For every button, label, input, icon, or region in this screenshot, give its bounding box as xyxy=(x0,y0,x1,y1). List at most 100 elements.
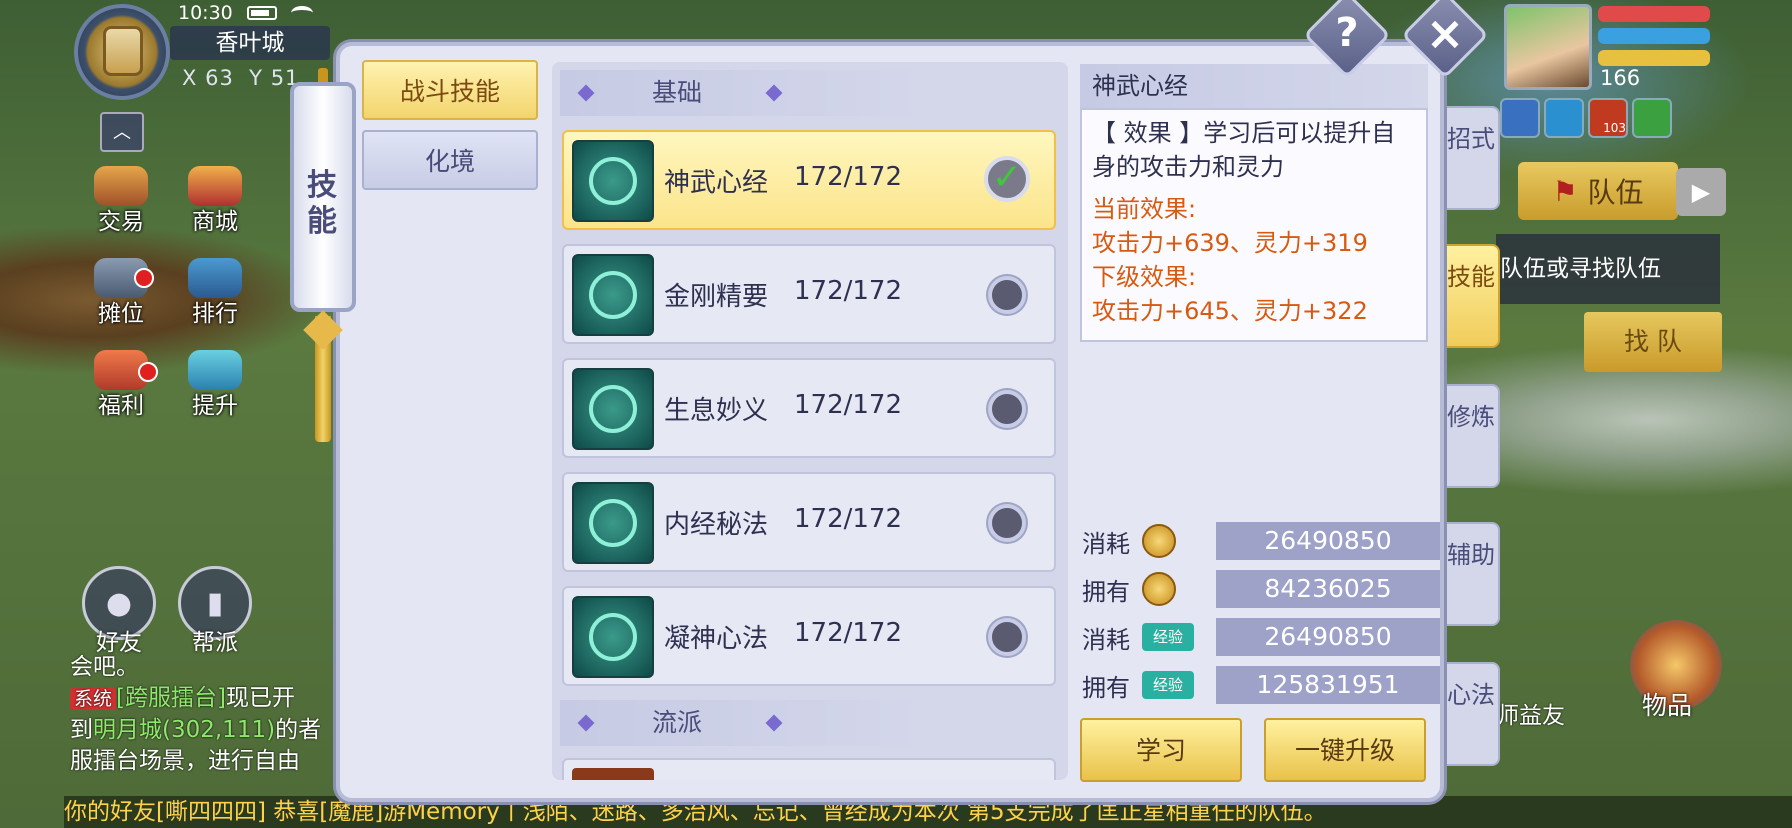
hp-bar xyxy=(1598,6,1710,22)
expand-arrow-button[interactable]: ▶ xyxy=(1676,168,1726,216)
buff-icon xyxy=(1500,98,1540,138)
cost-value: 26490850 xyxy=(1216,522,1440,560)
ranking-button[interactable]: 排行 xyxy=(180,258,250,328)
player-portrait[interactable] xyxy=(1504,4,1592,90)
section-school: 流派 xyxy=(560,700,926,746)
skill-level: 172/172 xyxy=(794,390,903,420)
collapse-menu-button[interactable]: ︿ xyxy=(100,112,144,152)
player-level: 166 xyxy=(1600,66,1641,90)
cost-value: 26490850 xyxy=(1216,618,1440,656)
system-tag: 系统 xyxy=(70,688,117,710)
welfare-button[interactable]: 福利 xyxy=(86,350,156,420)
skill-row[interactable]: 生息妙义 172/172 xyxy=(562,358,1056,458)
current-effect-value: 攻击力+639、灵力+319 xyxy=(1092,229,1368,257)
skill-detail-box: 【 效果 】学习后可以提升自身的攻击力和灵力 当前效果: 攻击力+639、灵力+… xyxy=(1080,108,1428,342)
anger-bar xyxy=(1598,50,1710,66)
skill-name: 生息妙义 xyxy=(664,396,769,426)
friend-hint: 师益友 xyxy=(1496,703,1565,729)
next-effect-label: 下级效果: xyxy=(1092,263,1197,291)
improve-button[interactable]: 提升 xyxy=(180,350,250,420)
learn-button[interactable]: 学习 xyxy=(1080,718,1242,782)
items-label: 物品 xyxy=(1642,691,1693,720)
chat-line: 服擂台场景，进行自由 xyxy=(70,748,300,774)
trade-button[interactable]: 交易 xyxy=(86,166,156,236)
skill-detail-title: 神武心经 xyxy=(1080,64,1428,108)
effect-text: 【 效果 】学习后可以提升自身的攻击力和灵力 xyxy=(1092,119,1396,181)
pagoda-icon xyxy=(572,254,654,336)
exp-icon: 经验 xyxy=(1142,623,1194,651)
find-team-button[interactable]: 找 队 xyxy=(1584,312,1722,372)
guild-button[interactable]: ▮ 帮派 xyxy=(178,566,252,656)
clock: 10:30 xyxy=(178,2,233,24)
ranking-icon xyxy=(188,258,242,298)
notification-dot xyxy=(138,362,158,382)
skill-level: 172/172 xyxy=(794,618,903,648)
meditation-icon xyxy=(572,482,654,564)
skill-row[interactable]: 内经秘法 172/172 xyxy=(562,472,1056,572)
diamond-icon xyxy=(577,84,595,102)
skill-row[interactable]: 凝神心法 172/172 xyxy=(562,586,1056,686)
shop-icon xyxy=(188,166,242,206)
upgrade-all-button[interactable]: 一键升级 xyxy=(1264,718,1426,782)
skill-name: 神武心经 xyxy=(664,168,769,198)
radio-button[interactable] xyxy=(988,390,1026,428)
cost-row: 消耗 26490850 xyxy=(1082,522,1440,560)
wifi-icon xyxy=(290,6,313,20)
diamond-icon xyxy=(765,714,783,732)
current-effect-label: 当前效果: xyxy=(1092,195,1197,223)
tab-cultivation[interactable]: 修炼 xyxy=(1442,384,1500,488)
leaf-icon xyxy=(572,368,654,450)
city-name: 香叶城 xyxy=(170,26,330,60)
skill-row-partial[interactable] xyxy=(562,758,1056,780)
tab-assist[interactable]: 辅助 xyxy=(1442,522,1500,626)
tab-mind-method[interactable]: 心法 xyxy=(1442,662,1500,766)
person-icon: ● xyxy=(105,585,133,621)
team-hint: 队伍或寻找队伍 xyxy=(1496,234,1720,304)
question-icon: ? xyxy=(1335,10,1359,56)
skill-row[interactable]: 金刚精要 172/172 xyxy=(562,244,1056,344)
owned-row: 拥有 84236025 xyxy=(1082,570,1440,608)
category-realm[interactable]: 化境 xyxy=(362,130,538,190)
panel-title: 技能 xyxy=(307,168,337,239)
skill-name: 金刚精要 xyxy=(664,282,769,312)
chat-line: 系统 [跨服擂台]现已开 xyxy=(70,683,370,715)
section-basic: 基础 xyxy=(560,70,926,116)
close-icon: × xyxy=(1425,6,1465,60)
owned-value: 125831951 xyxy=(1216,666,1440,704)
chat-panel[interactable]: 会吧。 系统 [跨服擂台]现已开 到明月城(302,111)的者 服擂台场景，进行… xyxy=(70,652,370,777)
microphone-icon: ▮ xyxy=(206,585,224,621)
coin-icon xyxy=(1142,572,1176,606)
team-button[interactable]: ⚑ 队伍 xyxy=(1518,162,1678,220)
radio-button[interactable] xyxy=(988,504,1026,542)
notification-dot xyxy=(134,268,154,288)
chat-line: 会吧。 xyxy=(70,654,139,680)
status-bar: 10:30 xyxy=(178,2,313,24)
book-icon xyxy=(572,140,654,222)
coordinates: X 63 Y 51 xyxy=(182,66,300,90)
owned-row: 拥有 经验 125831951 xyxy=(1082,666,1440,704)
battery-icon xyxy=(246,6,277,20)
scroll-map-icon xyxy=(103,26,143,76)
tab-skills[interactable]: 技能 xyxy=(1442,244,1500,348)
radio-button[interactable] xyxy=(988,618,1026,656)
skill-level: 172/172 xyxy=(794,162,903,192)
mp-bar xyxy=(1598,28,1710,44)
buff-icon xyxy=(1544,98,1584,138)
skill-row[interactable]: 神武心经 172/172 ✓ xyxy=(562,130,1056,230)
lotus-icon xyxy=(572,596,654,678)
checkmark-icon[interactable]: ✓ xyxy=(984,156,1030,202)
tab-moves[interactable]: 招式 xyxy=(1442,106,1500,210)
shop-button[interactable]: 商城 xyxy=(180,166,250,236)
next-effect-value: 攻击力+645、灵力+322 xyxy=(1092,297,1368,325)
friends-button[interactable]: ● 好友 xyxy=(82,566,156,656)
buff-icon: 103 xyxy=(1588,98,1628,138)
skill-name: 凝神心法 xyxy=(664,624,769,654)
buff-icon xyxy=(1632,98,1672,138)
diamond-icon xyxy=(577,714,595,732)
skill-list[interactable]: 基础 神武心经 172/172 ✓ 金刚精要 172/172 生息妙义 172/… xyxy=(552,62,1068,780)
exp-icon: 经验 xyxy=(1142,671,1194,699)
category-combat-skills[interactable]: 战斗技能 xyxy=(362,60,538,120)
owned-value: 84236025 xyxy=(1216,570,1440,608)
radio-button[interactable] xyxy=(988,276,1026,314)
buff-list: 103 xyxy=(1500,98,1672,138)
